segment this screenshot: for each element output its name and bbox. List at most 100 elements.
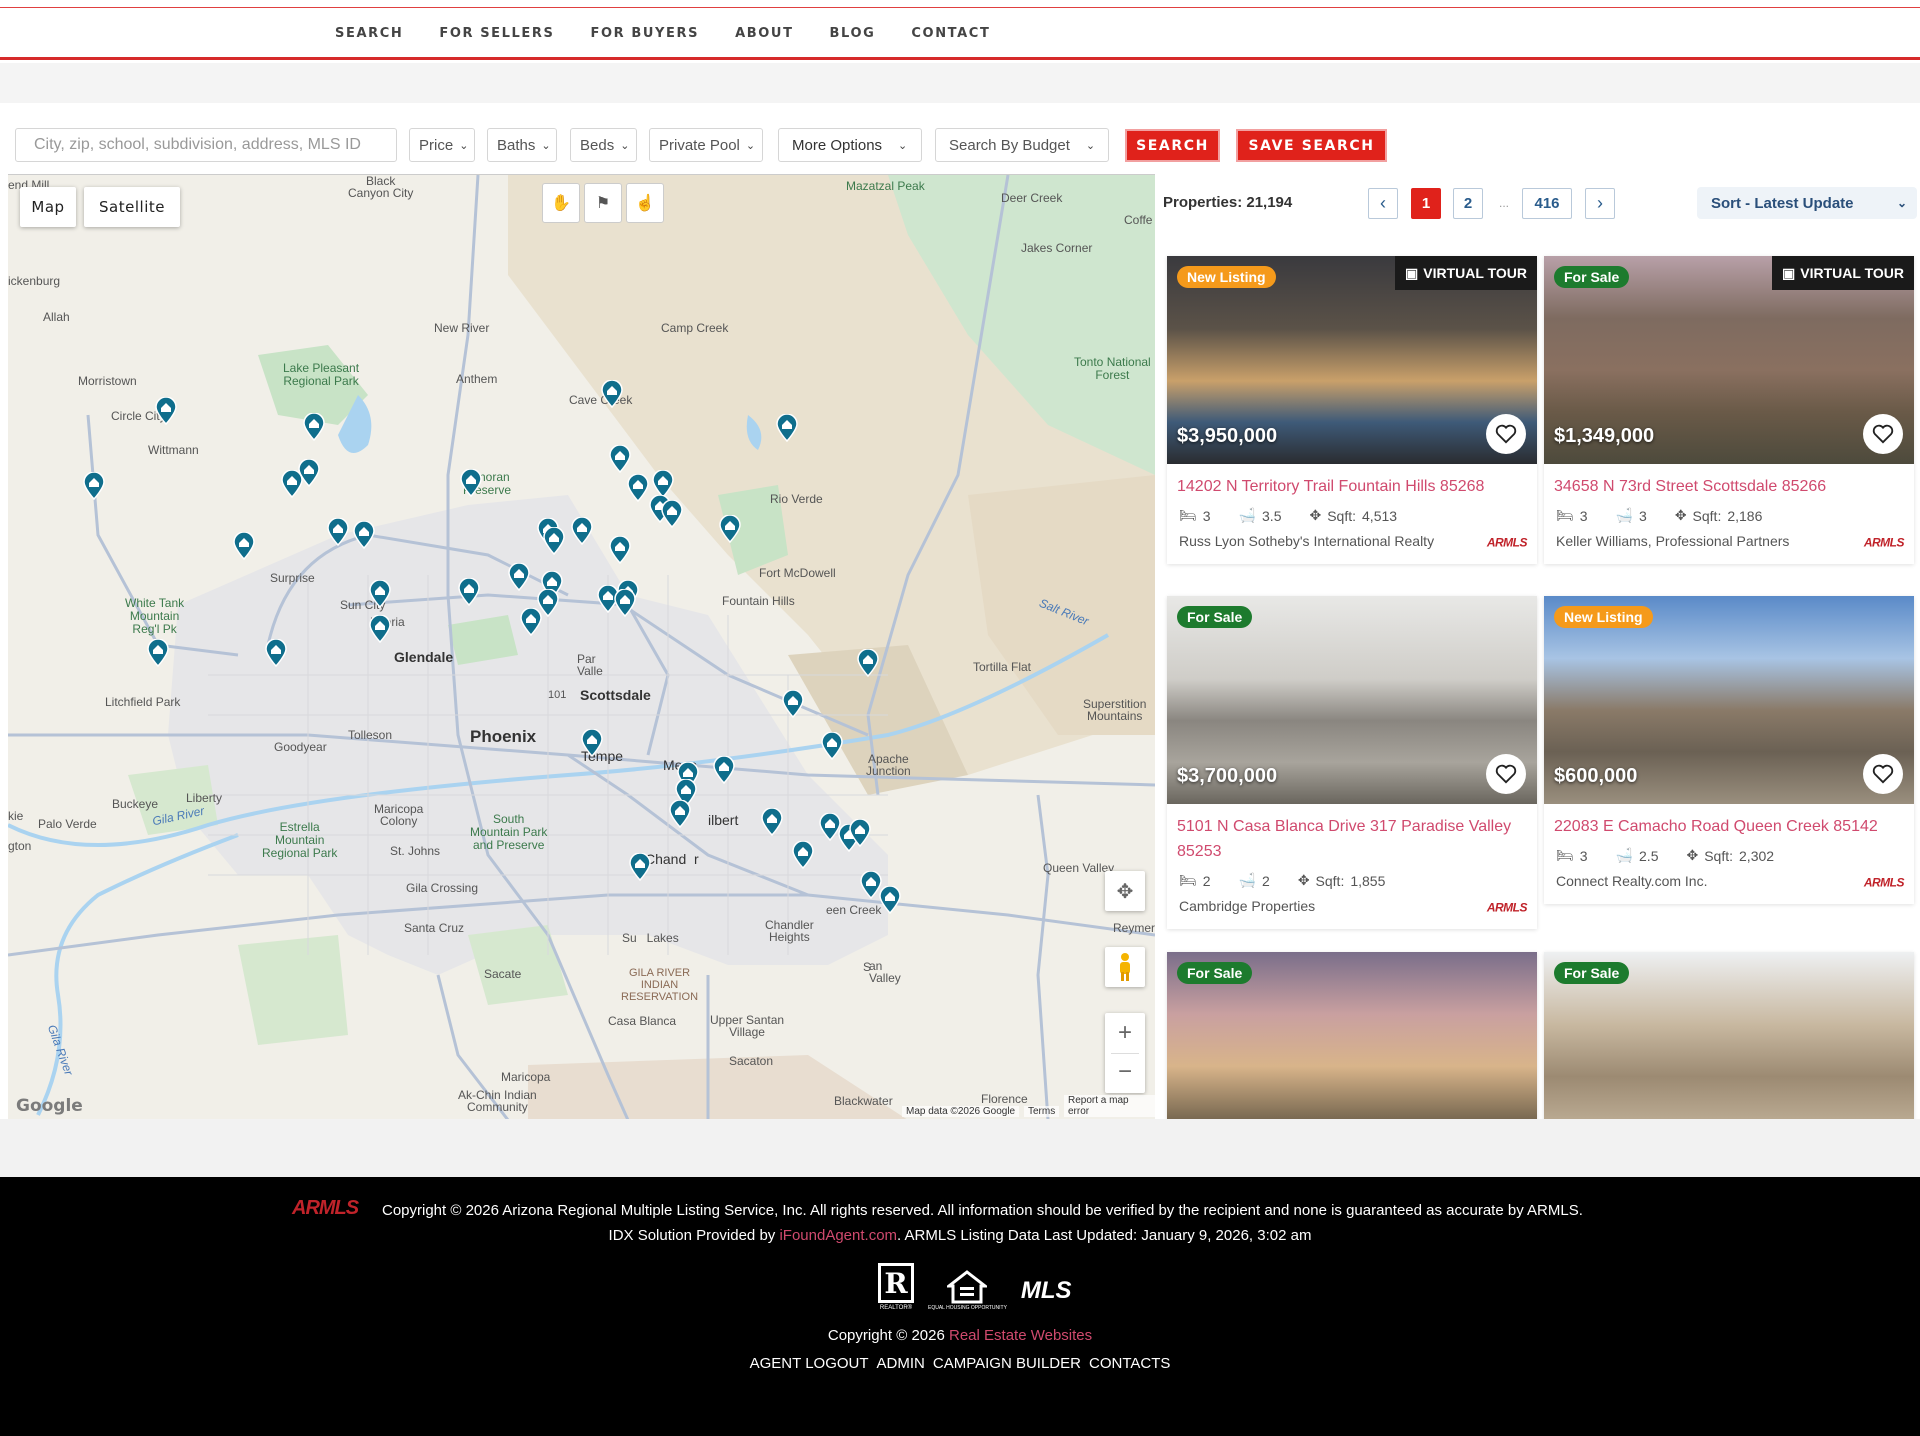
listing-pin-icon[interactable]	[761, 807, 783, 837]
listing-pin-icon[interactable]	[879, 885, 901, 915]
favorite-heart-icon[interactable]	[1486, 754, 1526, 794]
more-options-dropdown[interactable]: More Options ⌄	[778, 128, 922, 162]
pan-hand-icon[interactable]: ✋	[542, 183, 580, 223]
property-map[interactable]: Black Canyon City Mazatzal Peak Deer Cre…	[8, 174, 1155, 1119]
map-report-error-link[interactable]: Report a map error	[1064, 1095, 1155, 1117]
listing-pin-icon[interactable]	[661, 499, 683, 529]
zoom-out-icon[interactable]: −	[1118, 1054, 1132, 1093]
listing-photo[interactable]: For Sale	[1167, 952, 1537, 1119]
listing-pin-icon[interactable]	[601, 379, 623, 409]
nav-for-buyers[interactable]: FOR BUYERS	[590, 26, 699, 41]
listing-address-link[interactable]: 22083 E Camacho Road Queen Creek 85142	[1554, 814, 1904, 839]
listing-pin-icon[interactable]	[458, 577, 480, 607]
agent-logout-link[interactable]: AGENT LOGOUT	[750, 1355, 869, 1372]
listing-pin-icon[interactable]	[147, 638, 169, 668]
listing-pin-icon[interactable]	[821, 731, 843, 761]
zoom-in-icon[interactable]: +	[1118, 1013, 1132, 1053]
beds-dropdown[interactable]: Beds ⌄	[570, 128, 637, 162]
save-search-button[interactable]: SAVE SEARCH	[1236, 129, 1387, 162]
listing-pin-icon[interactable]	[857, 648, 879, 678]
listing-pin-icon[interactable]	[609, 444, 631, 474]
campaign-builder-link[interactable]: CAMPAIGN BUILDER	[933, 1355, 1081, 1372]
map-terms-link[interactable]: Terms	[1024, 1106, 1060, 1117]
listing-pin-icon[interactable]	[543, 526, 565, 556]
nav-about[interactable]: ABOUT	[735, 26, 793, 41]
listing-pin-icon[interactable]	[369, 579, 391, 609]
map-type-map-button[interactable]: Map	[20, 187, 76, 227]
listing-pin-icon[interactable]	[571, 516, 593, 546]
favorite-heart-icon[interactable]	[1863, 414, 1903, 454]
search-button[interactable]: SEARCH	[1125, 129, 1220, 162]
listing-pin-icon[interactable]	[782, 689, 804, 719]
nav-search[interactable]: SEARCH	[335, 26, 403, 41]
page-416-button[interactable]: 416	[1522, 188, 1572, 219]
listing-card[interactable]: New Listing $600,000 22083 E Camacho Roa…	[1544, 596, 1914, 904]
listing-pin-icon[interactable]	[155, 396, 177, 426]
listing-pin-icon[interactable]	[792, 840, 814, 870]
nav-blog[interactable]: BLOG	[830, 26, 876, 41]
select-pointer-icon[interactable]: ☝	[626, 183, 664, 223]
listing-pin-icon[interactable]	[629, 852, 651, 882]
listing-pin-icon[interactable]	[303, 412, 325, 442]
listing-pin-icon[interactable]	[713, 755, 735, 785]
listing-pin-icon[interactable]	[298, 458, 320, 488]
listing-card[interactable]: New Listing ▣ VIRTUAL TOUR $3,950,000 142…	[1167, 256, 1537, 564]
listing-pin-icon[interactable]	[369, 614, 391, 644]
listing-address-link[interactable]: 14202 N Territory Trail Fountain Hills 8…	[1177, 474, 1527, 499]
location-search-input[interactable]: City, zip, school, subdivision, address,…	[15, 128, 397, 162]
page-2-button[interactable]: 2	[1453, 188, 1483, 219]
fullscreen-icon[interactable]: ✥	[1105, 871, 1145, 911]
bath-icon: 🛁	[1238, 507, 1257, 523]
listing-pin-icon[interactable]	[508, 562, 530, 592]
bed-icon: 🛏	[1556, 847, 1574, 863]
admin-link[interactable]: ADMIN	[877, 1355, 925, 1372]
nav-contact[interactable]: CONTACT	[911, 26, 990, 41]
listing-photo[interactable]: For Sale	[1544, 952, 1914, 1119]
baths-dropdown[interactable]: Baths ⌄	[487, 128, 557, 162]
ifoundagent-link[interactable]: iFoundAgent.com	[779, 1227, 897, 1244]
listing-address-link[interactable]: 5101 N Casa Blanca Drive 317 Paradise Va…	[1177, 814, 1527, 864]
private-pool-dropdown[interactable]: Private Pool ⌄	[649, 128, 763, 162]
listing-pin-icon[interactable]	[83, 471, 105, 501]
sort-dropdown[interactable]: Sort - Latest Update ⌄	[1697, 187, 1917, 219]
listing-pin-icon[interactable]	[849, 818, 871, 848]
listing-card[interactable]: For Sale $3,700,000 5101 N Casa Blanca D…	[1167, 596, 1537, 929]
page-1-button[interactable]: 1	[1411, 188, 1441, 219]
contacts-link[interactable]: CONTACTS	[1089, 1355, 1170, 1372]
listing-pin-icon[interactable]	[233, 531, 255, 561]
listing-pin-icon[interactable]	[327, 517, 349, 547]
virtual-tour-tag[interactable]: ▣ VIRTUAL TOUR	[1395, 256, 1537, 290]
listing-pin-icon[interactable]	[614, 588, 636, 618]
listing-photo[interactable]: New Listing $600,000	[1544, 596, 1914, 804]
map-type-satellite-button[interactable]: Satellite	[84, 187, 180, 227]
listing-pin-icon[interactable]	[609, 535, 631, 565]
listing-pin-icon[interactable]	[627, 473, 649, 503]
listing-address-link[interactable]: 34658 N 73rd Street Scottsdale 85266	[1554, 474, 1904, 499]
listing-pin-icon[interactable]	[460, 468, 482, 498]
listing-pin-icon[interactable]	[265, 638, 287, 668]
nav-for-sellers[interactable]: FOR SELLERS	[439, 26, 554, 41]
listing-pin-icon[interactable]	[719, 514, 741, 544]
draw-polygon-icon[interactable]: ⚑	[584, 183, 622, 223]
street-view-pegman-icon[interactable]	[1105, 947, 1145, 987]
favorite-heart-icon[interactable]	[1863, 754, 1903, 794]
favorite-heart-icon[interactable]	[1486, 414, 1526, 454]
listing-card[interactable]: For Sale	[1544, 952, 1914, 1119]
listing-card[interactable]: For Sale ▣ VIRTUAL TOUR $1,349,000 34658 …	[1544, 256, 1914, 564]
budget-dropdown[interactable]: Search By Budget ⌄	[935, 128, 1109, 162]
listing-pin-icon[interactable]	[581, 728, 603, 758]
virtual-tour-tag[interactable]: ▣ VIRTUAL TOUR	[1772, 256, 1914, 290]
prev-page-icon[interactable]: ‹	[1368, 188, 1398, 219]
listing-pin-icon[interactable]	[776, 413, 798, 443]
listing-card[interactable]: For Sale	[1167, 952, 1537, 1119]
price-dropdown[interactable]: Price ⌄	[409, 128, 475, 162]
listing-pin-icon[interactable]	[520, 607, 542, 637]
listing-photo[interactable]: For Sale $3,700,000	[1167, 596, 1537, 804]
next-page-icon[interactable]: ›	[1585, 188, 1615, 219]
listing-pin-icon[interactable]	[652, 469, 674, 499]
listing-photo[interactable]: For Sale ▣ VIRTUAL TOUR $1,349,000	[1544, 256, 1914, 464]
listing-pin-icon[interactable]	[353, 520, 375, 550]
listing-pin-icon[interactable]	[669, 799, 691, 829]
real-estate-websites-link[interactable]: Real Estate Websites	[949, 1327, 1092, 1344]
listing-photo[interactable]: New Listing ▣ VIRTUAL TOUR $3,950,000	[1167, 256, 1537, 464]
